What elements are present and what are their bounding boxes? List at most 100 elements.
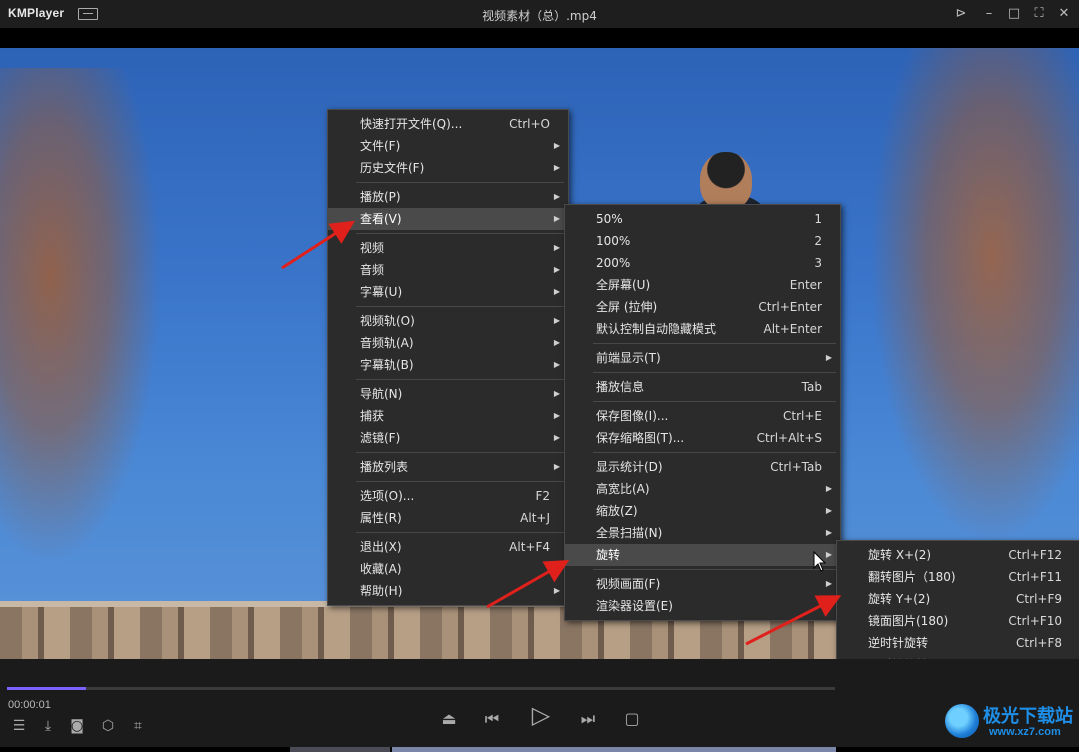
thumbnail-strip <box>0 747 1079 752</box>
view-menu-item[interactable]: 100% 2 <box>565 230 840 252</box>
play-icon[interactable]: ▷ <box>527 703 555 732</box>
rotate-menu-item-shortcut: Ctrl+F10 <box>1008 614 1062 628</box>
capture-icon[interactable]: ⌗ <box>128 717 148 735</box>
main-menu-item-label: 播放(P) <box>360 190 401 204</box>
main-menu-item[interactable]: 播放(P) ▶ <box>328 186 568 208</box>
main-menu-item[interactable]: 查看(V) ▶ <box>328 208 568 230</box>
main-menu-item[interactable]: 音频轨(A) ▶ <box>328 332 568 354</box>
view-menu-item-shortcut: Ctrl+Tab <box>770 460 822 474</box>
person-head <box>700 152 752 210</box>
rotate-menu-item-label: 翻转图片（180) <box>868 570 956 584</box>
main-menu-item[interactable]: 帮助(H) ▶ <box>328 580 568 602</box>
watermark-logo-icon <box>945 704 979 738</box>
title-bar: KMPlayer 视频素材（总）.mp4 ⊳ – □ ⛶ ✕ <box>0 0 1079 28</box>
view-menu-item[interactable]: 保存缩略图(T)... Ctrl+Alt+S <box>565 427 840 449</box>
main-menu-item[interactable]: 选项(O)... F2 <box>328 485 568 507</box>
view-menu-item[interactable]: 旋转 ▶ <box>565 544 840 566</box>
view-menu-item-label: 200% <box>596 256 631 270</box>
fullscreen-icon[interactable]: ⛶ <box>1030 5 1048 23</box>
seek-bar[interactable] <box>7 687 835 690</box>
rotate-menu-item-shortcut: Ctrl+F8 <box>1016 636 1062 650</box>
view-menu-item[interactable]: 保存图像(I)... Ctrl+E <box>565 405 840 427</box>
maximize-icon[interactable]: □ <box>1005 5 1023 23</box>
view-menu-item[interactable]: 播放信息 Tab <box>565 376 840 398</box>
playlist-icon[interactable]: ☰ <box>9 717 29 735</box>
view-menu-item[interactable]: 显示统计(D) Ctrl+Tab <box>565 456 840 478</box>
previous-icon[interactable]: ⏮ <box>482 710 502 728</box>
main-menu-item[interactable]: 捕获 ▶ <box>328 405 568 427</box>
rotate-menu-item[interactable]: 逆时针旋转 Ctrl+F8 <box>837 632 1079 654</box>
pin-icon[interactable]: ⊳ <box>952 5 970 23</box>
view-menu-item-shortcut: Alt+Enter <box>763 322 822 336</box>
view-menu-item[interactable]: 视频画面(F) ▶ <box>565 573 840 595</box>
rotate-menu-item[interactable]: 翻转图片（180) Ctrl+F11 <box>837 566 1079 588</box>
main-menu-item[interactable]: 滤镜(F) ▶ <box>328 427 568 449</box>
control-bar: 00:00:01 ☰ ⤓ ◙ ⬡ ⌗ ⏏ ⏮ ▷ ⏭ ▢ <box>0 659 1079 752</box>
view-menu-item-label: 50% <box>596 212 623 226</box>
main-menu-item[interactable]: 字幕轨(B) ▶ <box>328 354 568 376</box>
view-menu-item[interactable]: 默认控制自动隐藏模式 Alt+Enter <box>565 318 840 340</box>
main-menu-item[interactable]: 退出(X) Alt+F4 <box>328 536 568 558</box>
main-menu-item[interactable]: 播放列表 ▶ <box>328 456 568 478</box>
stop-icon[interactable]: ▢ <box>622 710 642 728</box>
rotate-menu-item[interactable]: 镜面图片(180) Ctrl+F10 <box>837 610 1079 632</box>
main-menu-item[interactable]: 视频轨(O) ▶ <box>328 310 568 332</box>
context-menu-main: 快速打开文件(Q)... Ctrl+O 文件(F) ▶ 历史文件(F) ▶ 播放(P) ▶ 查看… <box>327 109 569 606</box>
tree-right <box>860 48 1079 568</box>
3d-cube-icon[interactable]: ⬡ <box>98 717 118 735</box>
main-menu-item-label: 滤镜(F) <box>360 431 401 445</box>
main-menu-item-label: 字幕轨(B) <box>360 358 414 372</box>
main-menu-item[interactable]: 历史文件(F) ▶ <box>328 157 568 179</box>
view-menu-item-label: 前端显示(T) <box>596 351 661 365</box>
main-menu-item-label: 音频轨(A) <box>360 336 414 350</box>
view-menu-item[interactable]: 渲染器设置(E) ▶ <box>565 595 840 617</box>
rotate-menu-item-label: 镜面图片(180) <box>868 614 949 628</box>
next-icon[interactable]: ⏭ <box>578 710 598 728</box>
view-menu-item-label: 默认控制自动隐藏模式 <box>596 322 717 336</box>
submenu-arrow-icon: ▶ <box>825 484 832 493</box>
main-menu-item[interactable]: 属性(R) Alt+J <box>328 507 568 529</box>
main-menu-item[interactable]: 视频 ▶ <box>328 237 568 259</box>
main-menu-item[interactable]: 快速打开文件(Q)... Ctrl+O <box>328 113 568 135</box>
view-menu-item[interactable]: 高宽比(A) ▶ <box>565 478 840 500</box>
main-menu-item-label: 导航(N) <box>360 387 403 401</box>
main-menu-item[interactable]: 文件(F) ▶ <box>328 135 568 157</box>
menu-separator <box>356 481 564 482</box>
main-menu-item-label: 视频 <box>360 241 385 255</box>
main-menu-item-label: 属性(R) <box>360 511 402 525</box>
minimize-icon[interactable]: – <box>980 5 998 23</box>
menu-separator <box>356 306 564 307</box>
submenu-arrow-icon: ▶ <box>553 564 560 573</box>
rotate-menu-item[interactable]: 旋转 Y+(2) Ctrl+F9 <box>837 588 1079 610</box>
view-menu-item-shortcut: 3 <box>814 256 822 270</box>
view-menu-item[interactable]: 全屏幕(U) Enter <box>565 274 840 296</box>
main-menu-item-label: 查看(V) <box>360 212 402 226</box>
view-menu-item[interactable]: 全景扫描(N) ▶ <box>565 522 840 544</box>
view-menu-item-shortcut: Ctrl+E <box>783 409 822 423</box>
view-menu-item[interactable]: 50% 1 <box>565 208 840 230</box>
main-menu-item[interactable]: 音频 ▶ <box>328 259 568 281</box>
view-menu-item[interactable]: 缩放(Z) ▶ <box>565 500 840 522</box>
eject-icon[interactable]: ⏏ <box>439 710 459 728</box>
submenu-arrow-icon: ▶ <box>825 506 832 515</box>
main-menu-item[interactable]: 导航(N) ▶ <box>328 383 568 405</box>
menu-separator <box>356 452 564 453</box>
rotate-menu-item[interactable]: 旋转 X+(2) Ctrl+F12 <box>837 544 1079 566</box>
view-menu-item[interactable]: 200% 3 <box>565 252 840 274</box>
submenu-arrow-icon: ▶ <box>825 353 832 362</box>
view-menu-item[interactable]: 前端显示(T) ▶ <box>565 347 840 369</box>
main-menu-item-shortcut: Ctrl+O <box>509 117 550 131</box>
vr-icon[interactable]: ◙ <box>67 717 87 735</box>
main-menu-item-label: 音频 <box>360 263 385 277</box>
main-menu-item-label: 播放列表 <box>360 460 409 474</box>
view-menu-item-shortcut: 1 <box>814 212 822 226</box>
main-menu-item[interactable]: 收藏(A) ▶ <box>328 558 568 580</box>
menu-separator <box>356 233 564 234</box>
submenu-arrow-icon: ▶ <box>553 411 560 420</box>
main-menu-item[interactable]: 字幕(U) ▶ <box>328 281 568 303</box>
view-menu-item[interactable]: 全屏 (拉伸) Ctrl+Enter <box>565 296 840 318</box>
download-icon[interactable]: ⤓ <box>38 717 58 735</box>
main-menu-item-shortcut: F2 <box>535 489 550 503</box>
close-icon[interactable]: ✕ <box>1055 5 1073 23</box>
view-menu-item-shortcut: Enter <box>789 278 822 292</box>
